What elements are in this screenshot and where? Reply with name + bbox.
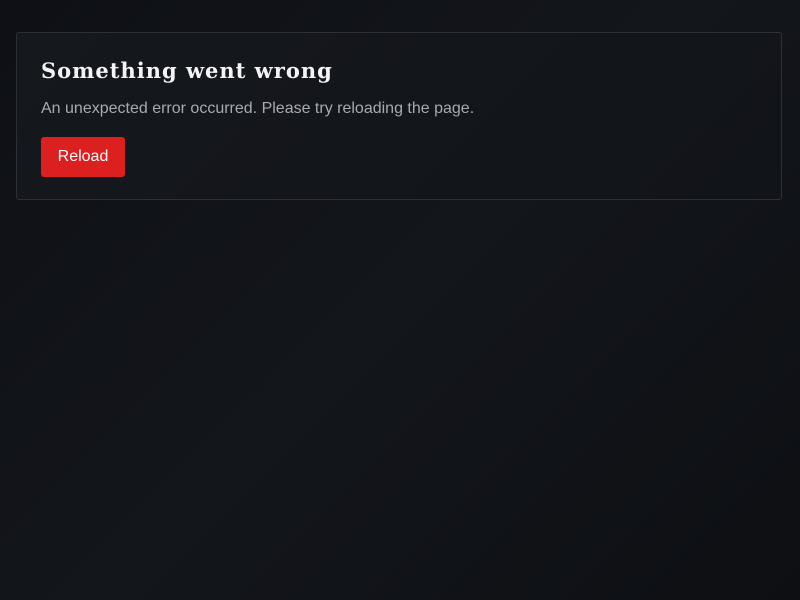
reload-button[interactable]: Reload [41, 137, 125, 177]
error-card: Something went wrong An unexpected error… [16, 32, 782, 200]
error-message: An unexpected error occurred. Please try… [41, 100, 475, 117]
error-title: Something went wrong [41, 58, 333, 83]
page: { "error": { "title": "Something went wr… [0, 0, 800, 600]
